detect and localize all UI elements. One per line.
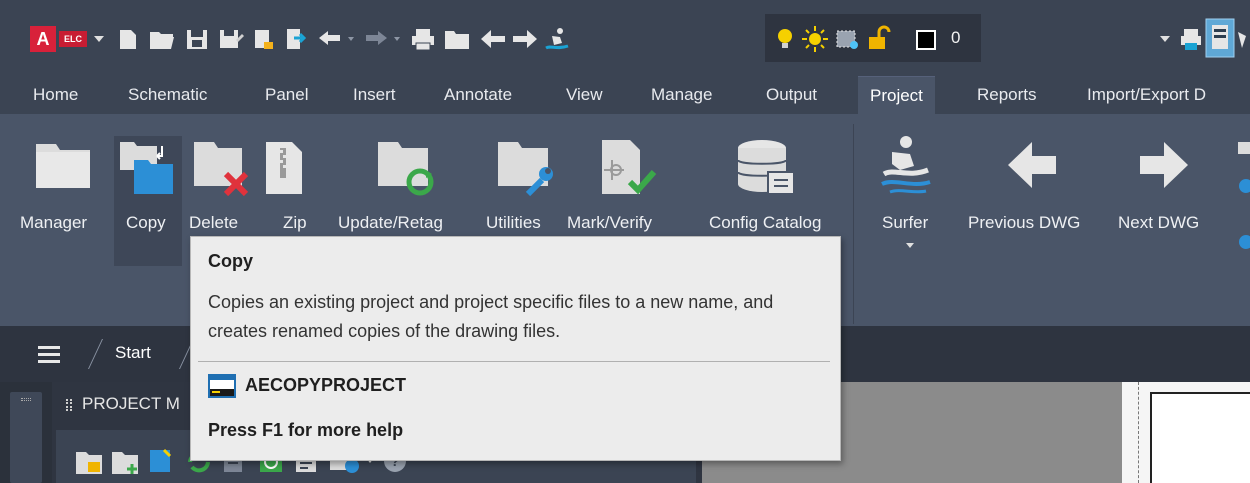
next-dwg-button[interactable]: Next DWG xyxy=(1118,213,1199,233)
copy-button[interactable]: Copy xyxy=(126,213,166,233)
folder-refresh-icon[interactable] xyxy=(376,140,438,198)
layer-dropdown-icon[interactable] xyxy=(1158,24,1172,54)
zip-icon[interactable] xyxy=(262,140,306,196)
mark-verify-icon[interactable] xyxy=(598,138,660,198)
separator xyxy=(88,339,103,369)
redo-dropdown-icon[interactable] xyxy=(391,24,403,54)
layer-name: 0 xyxy=(951,28,961,47)
tab-project[interactable]: Project xyxy=(858,76,935,114)
app-menu-dropdown-icon[interactable] xyxy=(92,24,106,54)
surfer-button[interactable]: Surfer xyxy=(882,213,928,233)
tab-reports[interactable]: Reports xyxy=(977,76,1037,114)
command-line-icon xyxy=(208,374,236,398)
tooltip-command-name: AECOPYPROJECT xyxy=(245,375,407,395)
layer-color-swatch xyxy=(916,30,936,50)
folder-icon[interactable] xyxy=(442,24,472,54)
config-catalog-button[interactable]: Config Catalog xyxy=(709,213,821,233)
tab-panel[interactable]: Panel xyxy=(265,76,308,114)
update-retag-button[interactable]: Update/Retag xyxy=(338,213,443,233)
tooltip-help-hint: Press F1 for more help xyxy=(208,420,404,440)
ribbon-separator xyxy=(853,124,854,324)
open-folder-icon[interactable] xyxy=(147,24,177,54)
tab-annotate[interactable]: Annotate xyxy=(444,76,512,114)
surfer-icon[interactable] xyxy=(876,134,936,196)
database-icon[interactable] xyxy=(736,138,800,200)
arrow-left-icon[interactable] xyxy=(1004,138,1060,192)
zip-button[interactable]: Zip xyxy=(283,213,307,233)
new-file-icon[interactable] xyxy=(115,24,141,54)
utilities-button[interactable]: Utilities xyxy=(486,213,541,233)
tab-start[interactable]: Start xyxy=(115,343,151,363)
panel-grip-icon[interactable] xyxy=(66,399,72,411)
save-as-icon[interactable] xyxy=(216,24,246,54)
arrow-right-icon[interactable] xyxy=(510,24,540,54)
copy-tooltip: Copy Copies an existing project and proj… xyxy=(190,236,841,461)
drawing-border xyxy=(1150,392,1250,483)
folder-icon[interactable] xyxy=(34,140,92,190)
folder-wrench-icon[interactable] xyxy=(496,140,558,198)
tooltip-title: Copy xyxy=(208,251,253,271)
match-properties-icon[interactable] xyxy=(1236,24,1250,54)
folder-copy-icon[interactable] xyxy=(118,140,176,196)
print-preview-icon[interactable] xyxy=(1178,24,1204,54)
arrow-right-icon[interactable] xyxy=(1136,138,1192,192)
tab-manage[interactable]: Manage xyxy=(651,76,712,114)
unlock-icon[interactable] xyxy=(864,24,892,54)
redo-icon[interactable] xyxy=(361,24,391,54)
tab-home[interactable]: Home xyxy=(33,76,78,114)
save-icon[interactable] xyxy=(183,24,211,54)
grip-icon xyxy=(21,398,31,401)
product-badge: ELC xyxy=(59,31,87,47)
print-icon[interactable] xyxy=(408,24,438,54)
new-drawing-icon[interactable] xyxy=(146,446,176,476)
tooltip-divider xyxy=(198,361,830,362)
delete-button[interactable]: Delete xyxy=(189,213,238,233)
app-logo-button[interactable]: A xyxy=(30,26,56,52)
freeze-viewport-icon[interactable] xyxy=(832,24,862,54)
project-manager-title: PROJECT M xyxy=(82,394,180,413)
tab-import-export[interactable]: Import/Export D xyxy=(1087,76,1206,114)
tooltip-description: Copies an existing project and project s… xyxy=(208,292,774,341)
lightbulb-icon[interactable] xyxy=(772,24,798,54)
workspace-icon[interactable] xyxy=(1205,18,1235,58)
folder-delete-icon[interactable] xyxy=(192,140,254,198)
previous-dwg-button[interactable]: Previous DWG xyxy=(968,213,1080,233)
partial-tools-icon[interactable] xyxy=(1236,142,1250,262)
undo-dropdown-icon[interactable] xyxy=(345,24,357,54)
mark-verify-button[interactable]: Mark/Verify xyxy=(567,213,652,233)
tab-view[interactable]: View xyxy=(566,76,603,114)
sun-icon[interactable] xyxy=(800,24,830,54)
manager-button[interactable]: Manager xyxy=(20,213,87,233)
export-icon[interactable] xyxy=(282,24,308,54)
tab-output[interactable]: Output xyxy=(766,76,817,114)
new-project-icon[interactable] xyxy=(110,448,140,476)
undo-icon[interactable] xyxy=(315,24,345,54)
plot-icon[interactable] xyxy=(250,24,276,54)
quick-access-toolbar: A ELC 0 xyxy=(0,0,1250,76)
tab-schematic[interactable]: Schematic xyxy=(128,76,207,114)
surfer-icon[interactable] xyxy=(542,24,572,54)
sheet-margin-line xyxy=(1138,382,1139,483)
hamburger-menu-icon[interactable] xyxy=(38,346,60,363)
open-project-icon[interactable] xyxy=(74,448,104,476)
arrow-left-icon[interactable] xyxy=(478,24,508,54)
surfer-dropdown-icon[interactable] xyxy=(906,243,914,248)
palette-grip[interactable] xyxy=(10,392,42,483)
tab-insert[interactable]: Insert xyxy=(353,76,396,114)
ribbon-tab-bar: Home Schematic Panel Insert Annotate Vie… xyxy=(0,76,1250,114)
